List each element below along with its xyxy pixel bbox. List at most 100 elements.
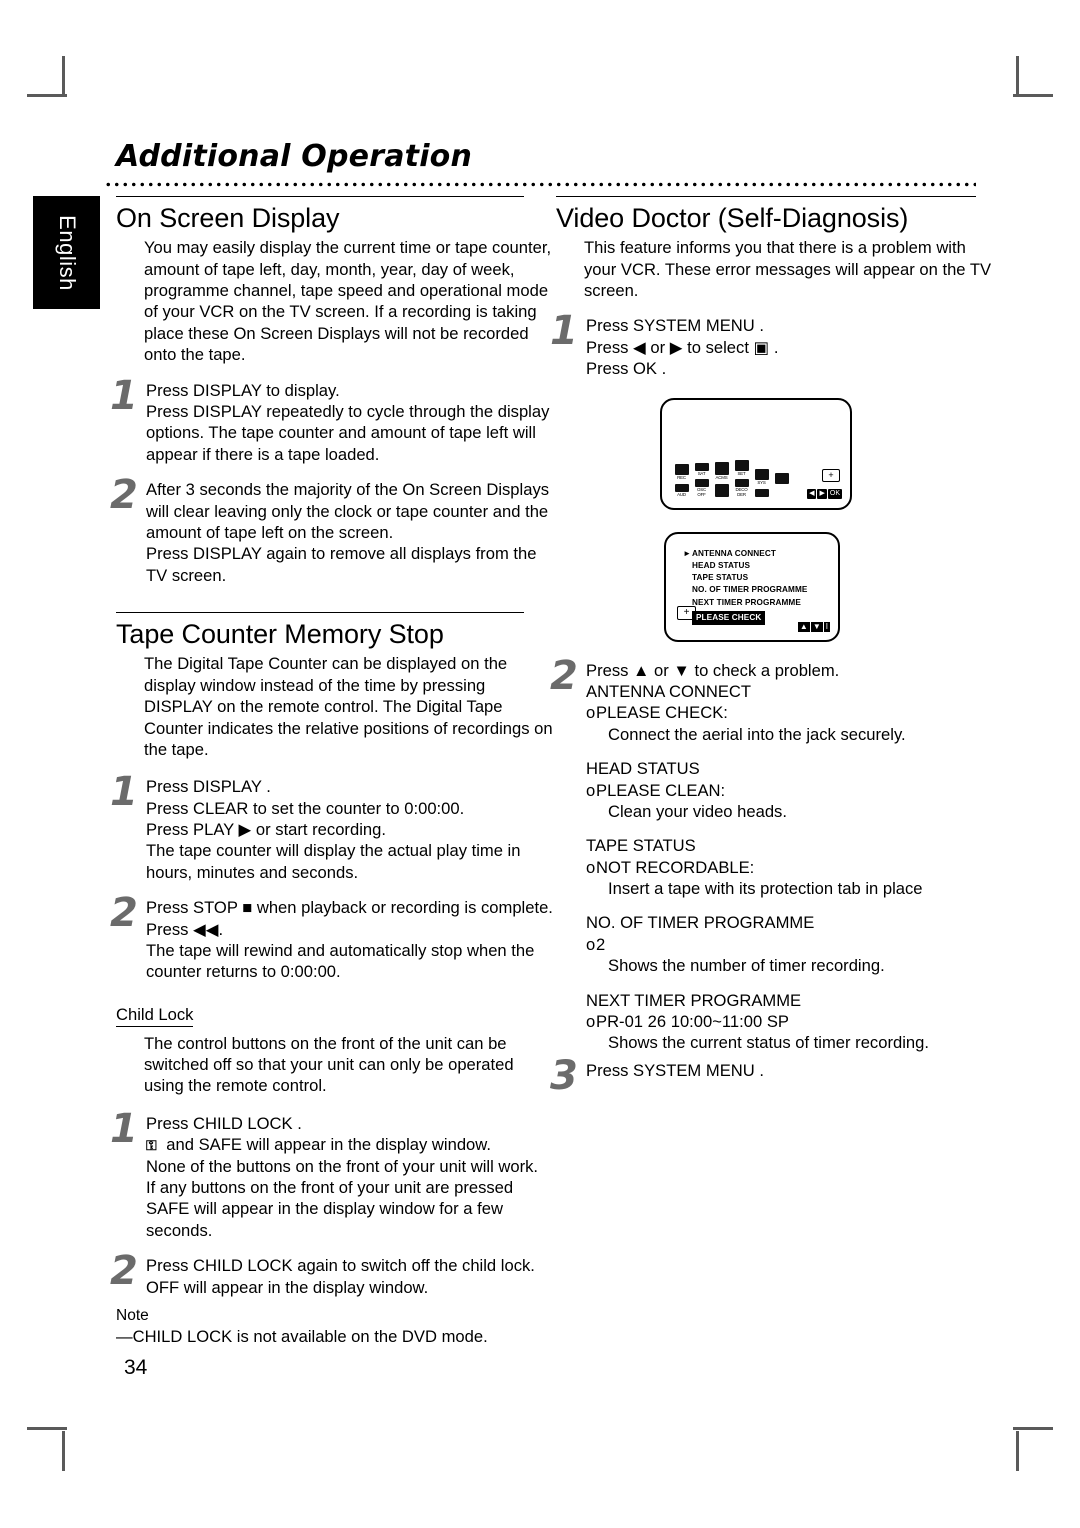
diagnosis-plus-badge: + <box>677 605 696 620</box>
video-doctor-step-1: 1 Press SYSTEM MENU . Press ◀ or ▶ to se… <box>550 311 996 379</box>
rec-icon-label: REC <box>677 475 686 481</box>
acms-icon-label: ACMS <box>715 474 728 480</box>
bullet-icon: o <box>586 1012 596 1032</box>
bullet-icon: o <box>586 857 596 877</box>
satellite-icon-label: SAT <box>697 470 706 476</box>
nav-ok-button: OK <box>827 488 842 499</box>
crop-mark-top-left-vertical <box>62 56 65 96</box>
tape-counter-intro: The Digital Tape Counter can be displaye… <box>144 654 553 759</box>
diag-item-1-title: HEAD STATUS <box>586 759 700 779</box>
osd-step-1-line-1: Press DISPLAY to display. <box>146 380 340 400</box>
section-heading-tape-counter-memory-stop: Tape Counter Memory Stop <box>116 612 524 649</box>
video-doctor-step-1-line-1: Press SYSTEM MENU . <box>586 316 764 336</box>
diag-item-4-title: NEXT TIMER PROGRAMME <box>586 990 802 1010</box>
bullet-icon: o <box>586 703 596 723</box>
diagnosis-nav-chip: ▲ ▼ I <box>797 621 830 632</box>
tape-counter-step-1-line-1: Press DISPLAY . <box>146 777 271 797</box>
crop-mark-bottom-left-vertical <box>62 1431 65 1471</box>
child-lock-step-1-line-4: If any buttons on the front of your unit… <box>146 1178 514 1240</box>
osc-off-icon: OSC OFF <box>694 479 709 497</box>
video-doctor-step-3-number: 3 <box>550 1052 578 1099</box>
menu-icon-group-set-decoder: SET DECO DER <box>734 459 749 498</box>
osd-step-1-line-2: Press DISPLAY repeatedly to cycle throug… <box>146 401 550 464</box>
bullet-icon: o <box>586 780 596 800</box>
left-column: On Screen Display You may easily display… <box>110 196 556 1347</box>
selection-arrow-icon: ► <box>683 548 692 558</box>
diag-item-4-value: PR-01 26 10:00~11:00 SP <box>596 1012 789 1032</box>
diagnosis-list: ► ANTENNA CONNECT HEAD STATUS TAPE STATU… <box>683 548 808 626</box>
diag-item-1-desc: Clean your video heads. <box>608 801 787 821</box>
tv-screen-diagnosis: ► ANTENNA CONNECT HEAD STATUS TAPE STATU… <box>664 531 840 642</box>
menu-icon-group-acms-tape: ACMS <box>714 461 729 498</box>
satellite-icon: SAT <box>694 462 709 477</box>
tape-counter-step-2-number: 2 <box>110 890 138 937</box>
section-heading-on-screen-display: On Screen Display <box>116 196 524 233</box>
decoder-icon-label: DECO DER <box>735 487 748 497</box>
set-icon: SET <box>734 459 749 477</box>
diagnosis-status-badge: PLEASE CHECK <box>692 611 766 626</box>
rec-icon: REC <box>674 464 689 481</box>
diagnosis-row-head: HEAD STATUS <box>692 560 751 570</box>
decoder-icon: DECO DER <box>734 479 749 497</box>
diag-item-2-value: NOT RECORDABLE: <box>596 857 755 877</box>
diag-item-3-title: NO. OF TIMER PROGRAMME <box>586 913 815 933</box>
diag-item-0-value: PLEASE CHECK: <box>596 703 728 723</box>
crop-mark-top-right-vertical <box>1016 56 1019 96</box>
system-menu-icon-grid: REC AUD SAT OSC OFF ACMS SET DECO DER SY… <box>674 459 789 498</box>
nav-bar-icon: I <box>823 621 830 632</box>
video-doctor-step-2-intro: Press ▲ or ▼ to check a problem. <box>586 660 840 680</box>
diag-item-3-desc: Shows the number of timer recording. <box>608 956 885 976</box>
diagnosis-row-no-timer: NO. OF TIMER PROGRAMME <box>692 585 808 595</box>
osd-step-1: 1 Press DISPLAY to display. Press DISPLA… <box>110 376 556 466</box>
video-doctor-step-2-number: 2 <box>550 652 578 699</box>
language-tab: English <box>33 196 100 309</box>
menu-plus-badge: + <box>822 468 840 482</box>
crop-mark-bottom-left-horizontal <box>27 1427 67 1430</box>
video-doctor-step-1-line-2: Press ◀ or ▶ to select ▣ . <box>586 337 779 357</box>
diag-item-0-title: ANTENNA CONNECT <box>586 681 752 701</box>
language-tab-label: English <box>54 214 80 291</box>
diag-item-2-value-row: oNOT RECORDABLE: <box>586 857 996 878</box>
video-doctor-select-icon <box>774 472 789 484</box>
video-doctor-step-1-line-3: Press OK . <box>586 359 667 379</box>
tape-counter-step-1: 1 Press DISPLAY . Press CLEAR to set the… <box>110 772 556 883</box>
tape-counter-step-1-number: 1 <box>110 769 138 816</box>
diag-item-3-value-row: o2 <box>586 934 996 955</box>
key-icon: ⚿ <box>146 1138 157 1155</box>
page-title: Additional Operation <box>116 139 473 174</box>
right-column: Video Doctor (Self-Diagnosis) This featu… <box>550 196 996 1096</box>
tape-counter-step-2-line-2: Press ◀◀. <box>146 919 224 939</box>
tape-counter-step-1-line-3: Press PLAY ▶ or start recording. <box>146 820 386 840</box>
diag-item-4-value-row: oPR-01 26 10:00~11:00 SP <box>586 1011 996 1032</box>
crop-mark-bottom-right-vertical <box>1016 1431 1019 1471</box>
menu-icon-group-rec-audio: REC AUD <box>674 464 689 497</box>
osd-step-2-number: 2 <box>110 472 138 519</box>
child-lock-step-2-number: 2 <box>110 1248 138 1295</box>
diag-item-0-desc: Connect the aerial into the jack securel… <box>608 724 906 744</box>
menu-nav-chip: ◀ ▶ OK <box>807 488 842 499</box>
child-lock-step-1-line-1: Press CHILD LOCK . <box>146 1113 302 1133</box>
child-lock-intro: The control buttons on the front of the … <box>144 1033 514 1096</box>
child-lock-step-1-number: 1 <box>110 1105 138 1152</box>
section-heading-video-doctor: Video Doctor (Self-Diagnosis) <box>556 196 976 233</box>
diagnosis-row-antenna: ANTENNA CONNECT <box>692 548 776 558</box>
audio-icon: AUD <box>674 483 689 498</box>
nav-down-icon: ▼ <box>810 621 823 632</box>
on-screen-display-intro: You may easily display the current time … <box>144 238 552 365</box>
dotted-divider <box>104 182 976 187</box>
crop-mark-top-right-horizontal <box>1013 94 1053 97</box>
diag-item-2-desc: Insert a tape with its protection tab in… <box>608 879 923 899</box>
tape-counter-step-1-line-4: The tape counter will display the actual… <box>146 841 521 882</box>
child-lock-step-2: 2 Press CHILD LOCK again to switch off t… <box>110 1251 556 1298</box>
note-label: Note <box>116 1307 149 1324</box>
section-heading-child-lock: Child Lock <box>116 1005 194 1027</box>
dvd-icon <box>754 488 769 498</box>
tape-counter-step-2: 2 Press STOP ■ when playback or recordin… <box>110 893 556 983</box>
video-doctor-intro: This feature informs you that there is a… <box>584 238 992 301</box>
crop-mark-bottom-right-horizontal <box>1013 1427 1053 1430</box>
diag-item-3-value: 2 <box>596 934 606 954</box>
menu-icon-group-sat-osc: SAT OSC OFF <box>694 462 709 498</box>
video-doctor-step-3-line-1: Press SYSTEM MENU . <box>586 1060 764 1080</box>
audio-icon-label: AUD <box>677 491 686 497</box>
child-lock-step-2-line-1: Press CHILD LOCK again to switch off the… <box>146 1256 535 1276</box>
